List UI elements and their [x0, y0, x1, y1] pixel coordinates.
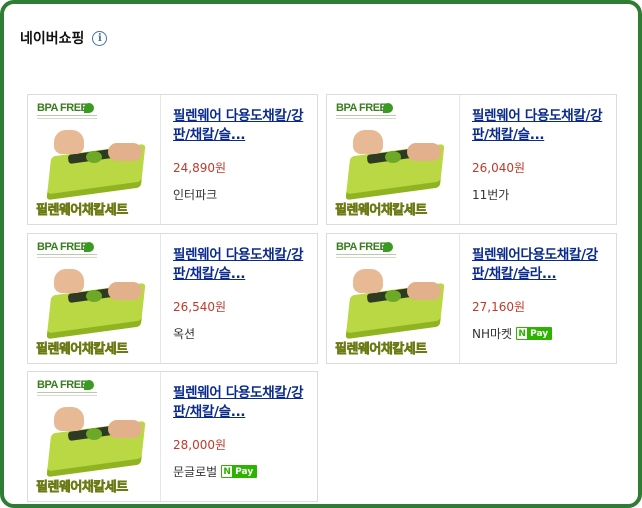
hand-shape [108, 420, 142, 438]
product-image[interactable]: BPA FREE 필렌웨어채칼세트 [327, 234, 460, 363]
product-info: 필렌웨어 다용도채칼/강판/채칼/슬... 24,890원 인터파크 [173, 107, 313, 203]
product-image[interactable]: BPA FREE 필렌웨어채칼세트 [28, 95, 161, 224]
seller-name: NH마켓 [472, 327, 513, 341]
image-caption: 필렌웨어채칼세트 [36, 480, 129, 496]
seller-row: NH마켓 N Pay [472, 325, 612, 342]
vegetable-shape [86, 290, 102, 302]
widget-header: 네이버쇼핑 i [20, 28, 108, 48]
bpa-free-label: BPA FREE [37, 102, 88, 114]
product-price: 24,890원 [173, 161, 227, 175]
npay-label: Pay [530, 328, 549, 339]
product-image[interactable]: BPA FREE 필렌웨어채칼세트 [327, 95, 460, 224]
product-card[interactable]: BPA FREE 필렌웨어채칼세트 필렌웨어 다용도채칼/강판/채칼/슬... … [27, 233, 318, 364]
vegetable-shape [86, 151, 102, 163]
product-card[interactable]: BPA FREE 필렌웨어채칼세트 필렌웨어다용도채칼/강판/채칼/슬라... … [326, 233, 617, 364]
naver-n-icon: N [517, 328, 528, 339]
product-card[interactable]: BPA FREE 필렌웨어채칼세트 필렌웨어 다용도채칼/강판/채칼/슬... … [27, 371, 318, 502]
shopping-widget: 네이버쇼핑 i BPA FREE 필렌웨어채칼세트 필렌웨어 다용도채칼/강판/… [0, 0, 642, 508]
image-fine-print [336, 254, 396, 255]
image-fine-print [336, 115, 396, 116]
widget-title: 네이버쇼핑 [20, 31, 85, 47]
product-title-link[interactable]: 필렌웨어 다용도채칼/강판/채칼/슬... [173, 384, 313, 422]
hand-shape [108, 282, 142, 300]
hand-shape [108, 143, 142, 161]
product-price: 26,040원 [472, 161, 526, 175]
hand-shape [54, 269, 84, 293]
seller-row: 11번가 [472, 186, 612, 203]
vegetable-shape [385, 290, 401, 302]
product-price: 27,160원 [472, 300, 526, 314]
hand-shape [54, 130, 84, 154]
product-price: 28,000원 [173, 438, 227, 452]
leaf-icon [84, 242, 94, 252]
product-price: 26,540원 [173, 300, 227, 314]
image-fine-print [37, 392, 97, 393]
product-card[interactable]: BPA FREE 필렌웨어채칼세트 필렌웨어 다용도채칼/강판/채칼/슬... … [27, 94, 318, 225]
product-card[interactable]: BPA FREE 필렌웨어채칼세트 필렌웨어 다용도채칼/강판/채칼/슬... … [326, 94, 617, 225]
leaf-icon [383, 103, 393, 113]
seller-name: 인터파크 [173, 188, 218, 202]
product-image[interactable]: BPA FREE 필렌웨어채칼세트 [28, 234, 161, 363]
image-caption: 필렌웨어채칼세트 [36, 203, 129, 219]
seller-row: 옥션 [173, 325, 313, 342]
hand-shape [407, 143, 441, 161]
bpa-free-label: BPA FREE [37, 379, 88, 391]
bpa-free-label: BPA FREE [37, 241, 88, 253]
leaf-icon [383, 242, 393, 252]
npay-badge: N Pay [516, 327, 553, 340]
bpa-free-label: BPA FREE [336, 102, 387, 114]
product-info: 필렌웨어 다용도채칼/강판/채칼/슬... 28,000원 문글로벌 N Pay [173, 384, 313, 480]
image-caption: 필렌웨어채칼세트 [36, 342, 129, 358]
product-title-link[interactable]: 필렌웨어다용도채칼/강판/채칼/슬라... [472, 246, 612, 284]
image-caption: 필렌웨어채칼세트 [335, 203, 428, 219]
product-title-link[interactable]: 필렌웨어 다용도채칼/강판/채칼/슬... [472, 107, 612, 145]
product-info: 필렌웨어 다용도채칼/강판/채칼/슬... 26,040원 11번가 [472, 107, 612, 203]
product-info: 필렌웨어 다용도채칼/강판/채칼/슬... 26,540원 옥션 [173, 246, 313, 342]
product-title-link[interactable]: 필렌웨어 다용도채칼/강판/채칼/슬... [173, 246, 313, 284]
npay-badge: N Pay [221, 465, 258, 478]
seller-row: 인터파크 [173, 186, 313, 203]
bpa-free-label: BPA FREE [336, 241, 387, 253]
image-caption: 필렌웨어채칼세트 [335, 342, 428, 358]
hand-shape [353, 269, 383, 293]
image-fine-print [37, 115, 97, 116]
product-info: 필렌웨어다용도채칼/강판/채칼/슬라... 27,160원 NH마켓 N Pay [472, 246, 612, 342]
hand-shape [353, 130, 383, 154]
seller-row: 문글로벌 N Pay [173, 463, 313, 480]
seller-name: 11번가 [472, 188, 510, 202]
vegetable-shape [86, 428, 102, 440]
seller-name: 문글로벌 [173, 465, 218, 479]
naver-n-icon: N [222, 466, 233, 477]
leaf-icon [84, 103, 94, 113]
leaf-icon [84, 380, 94, 390]
info-icon[interactable]: i [92, 30, 108, 46]
seller-name: 옥션 [173, 327, 196, 341]
product-title-link[interactable]: 필렌웨어 다용도채칼/강판/채칼/슬... [173, 107, 313, 145]
hand-shape [54, 407, 84, 431]
image-fine-print [37, 254, 97, 255]
vegetable-shape [385, 151, 401, 163]
product-image[interactable]: BPA FREE 필렌웨어채칼세트 [28, 372, 161, 501]
npay-label: Pay [235, 466, 254, 477]
hand-shape [407, 282, 441, 300]
